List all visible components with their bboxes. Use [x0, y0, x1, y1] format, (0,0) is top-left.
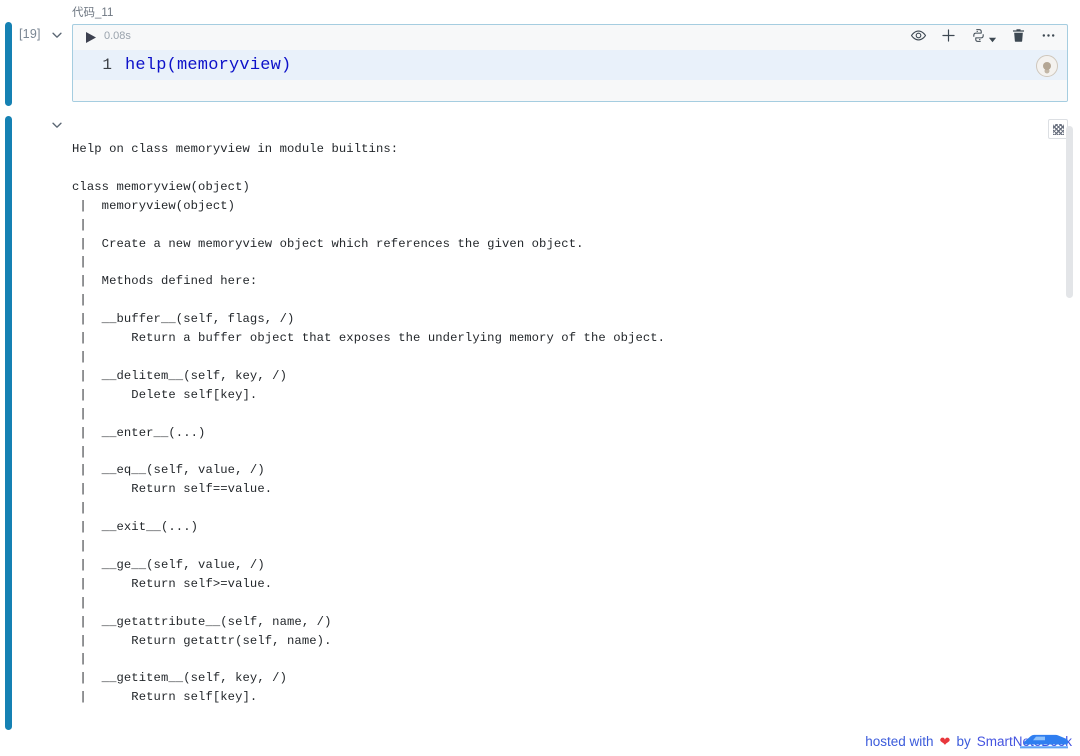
- code-cell[interactable]: 0.08s 1 help(memoryview): [72, 24, 1068, 102]
- code-line-1[interactable]: 1 help(memoryview): [73, 50, 1067, 80]
- brand-name[interactable]: SmartNoteBook: [977, 734, 1072, 749]
- code-text[interactable]: help(memoryview): [125, 56, 291, 75]
- grid-pattern-icon: [1052, 123, 1064, 135]
- output-cell-rail[interactable]: [5, 116, 12, 730]
- code-cell-rail[interactable]: [5, 22, 12, 106]
- execution-time: 0.08s: [104, 30, 131, 42]
- collapse-code-chevron-down-icon[interactable]: [50, 28, 64, 42]
- ellipsis-icon[interactable]: [1040, 27, 1057, 44]
- footer-credit: hosted with ❤ by SmartNoteBook: [865, 734, 1072, 749]
- code-cell-toolbar: 0.08s: [73, 25, 1067, 50]
- run-button[interactable]: [85, 31, 97, 44]
- chevron-down-icon[interactable]: [988, 31, 997, 43]
- output-settings-button[interactable]: [1048, 119, 1068, 139]
- execution-count: [19]: [19, 27, 41, 41]
- footer-prefix: hosted with: [865, 734, 934, 749]
- vertical-scrollbar[interactable]: [1066, 0, 1077, 756]
- footer-middle: by: [956, 734, 971, 749]
- line-number: 1: [102, 56, 112, 74]
- avatar-glyph: [1043, 62, 1051, 70]
- scrollbar-thumb[interactable]: [1066, 126, 1073, 298]
- notebook-page: [19] 代码_11 0.08s 1 help(memoryview) Help…: [0, 0, 1080, 756]
- code-cell-filler: [73, 80, 1067, 101]
- eye-icon[interactable]: [910, 27, 927, 44]
- cell-output-text: Help on class memoryview in module built…: [72, 142, 666, 705]
- kernel-icon[interactable]: [970, 27, 987, 44]
- cell-title[interactable]: 代码_11: [72, 4, 113, 20]
- heart-icon: ❤: [939, 734, 951, 749]
- assistant-avatar[interactable]: [1036, 55, 1058, 77]
- collapse-output-chevron-down-icon[interactable]: [50, 118, 64, 132]
- plus-icon[interactable]: [940, 27, 957, 44]
- kernel-selector[interactable]: [970, 27, 997, 44]
- cell-action-icons: [910, 27, 1057, 44]
- code-editor[interactable]: 1 help(memoryview): [73, 50, 1067, 80]
- trash-icon[interactable]: [1010, 27, 1027, 44]
